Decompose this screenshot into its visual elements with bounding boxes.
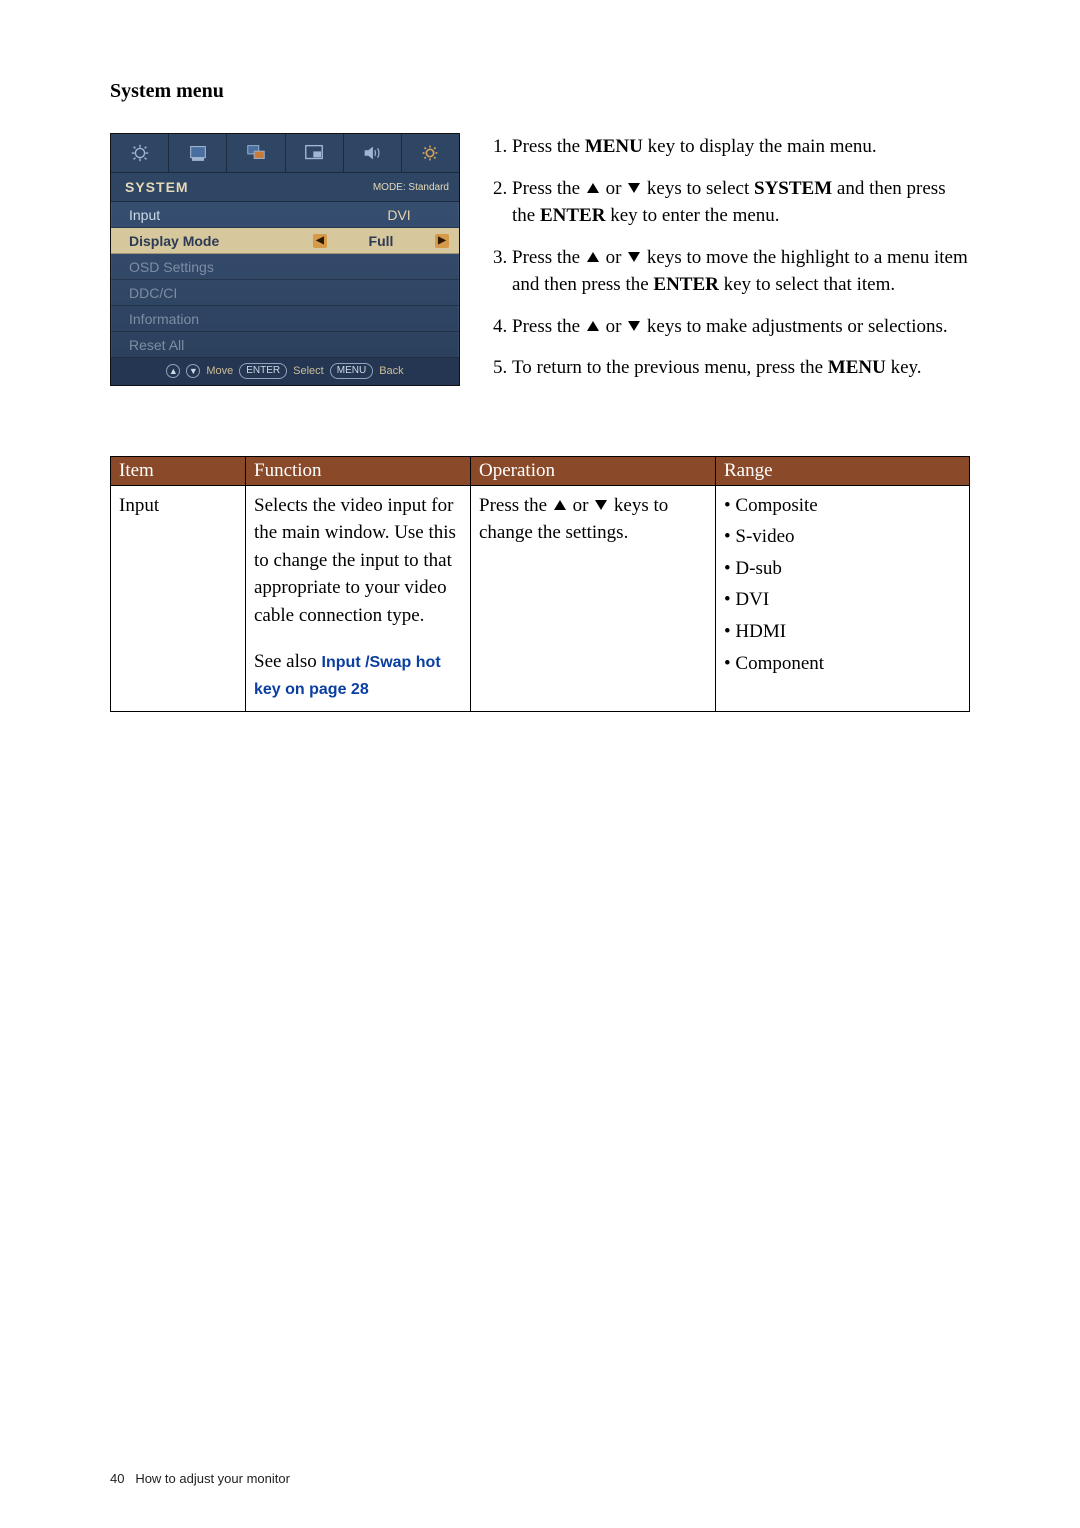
osd-footer-up-icon: ▲ — [166, 364, 180, 378]
step-3: Press the or keys to move the highlight … — [512, 244, 970, 299]
up-triangle-icon — [554, 500, 566, 510]
section-title: System menu — [110, 80, 970, 103]
osd-item-value: DVI — [349, 207, 449, 223]
step-2: Press the or keys to select SYSTEM and t… — [512, 175, 970, 230]
osd-menu-item: InputDVI — [111, 202, 459, 228]
range-item: Composite — [724, 492, 961, 520]
osd-menu-item: Information — [111, 306, 459, 332]
range-item: S-video — [724, 523, 961, 551]
osd-footer-select: Select — [293, 365, 324, 377]
down-triangle-icon — [628, 321, 640, 331]
left-arrow-icon: ◀ — [313, 234, 327, 248]
osd-tab-picture-advanced-icon — [227, 134, 285, 172]
col-operation: Operation — [471, 456, 716, 485]
osd-item-label: Reset All — [129, 337, 349, 353]
osd-item-value: Full — [331, 233, 431, 249]
page-number: 40 — [110, 1471, 124, 1486]
instruction-steps: Press the MENU key to display the main m… — [490, 133, 970, 396]
up-triangle-icon — [587, 183, 599, 193]
up-triangle-icon — [587, 252, 599, 262]
osd-footer-menu: MENU — [330, 363, 373, 379]
col-function: Function — [246, 456, 471, 485]
osd-menu-item: OSD Settings — [111, 254, 459, 280]
col-range: Range — [716, 456, 970, 485]
osd-tab-display-icon — [111, 134, 169, 172]
osd-tab-picture-icon — [169, 134, 227, 172]
osd-menu-item: DDC/CI — [111, 280, 459, 306]
osd-item-label: Input — [129, 207, 349, 223]
step-1: Press the MENU key to display the main m… — [512, 133, 970, 161]
down-triangle-icon — [595, 500, 607, 510]
osd-screenshot: SYSTEM MODE: Standard InputDVIDisplay Mo… — [110, 133, 460, 386]
col-item: Item — [111, 456, 246, 485]
cell-range: Composite S-video D-sub DVI HDMI Component — [716, 485, 970, 711]
range-item: HDMI — [724, 618, 961, 646]
cell-function: Selects the video input for the main win… — [246, 485, 471, 711]
osd-tab-bar — [111, 134, 459, 173]
step-4: Press the or keys to make adjustments or… — [512, 313, 970, 341]
osd-footer-move: Move — [206, 365, 233, 377]
chapter-title: How to adjust your monitor — [135, 1471, 290, 1486]
page-footer: 40 How to adjust your monitor — [110, 1471, 290, 1486]
step-5: To return to the previous menu, press th… — [512, 354, 970, 382]
osd-footer-enter: ENTER — [239, 363, 287, 379]
osd-mode-label: MODE: Standard — [373, 179, 449, 195]
right-arrow-icon: ▶ — [435, 234, 449, 248]
osd-item-label: OSD Settings — [129, 259, 349, 275]
osd-footer: ▲ ▼ Move ENTER Select MENU Back — [111, 358, 459, 385]
osd-footer-back: Back — [379, 365, 403, 377]
osd-item-label: Information — [129, 311, 349, 327]
osd-menu-list: InputDVI Display Mode◀ Full ▶ OSD Settings DD… — [111, 202, 459, 358]
range-item: DVI — [724, 586, 961, 614]
down-triangle-icon — [628, 183, 640, 193]
cell-item: Input — [111, 485, 246, 711]
range-item: D-sub — [724, 555, 961, 583]
reference-table: Item Function Operation Range Input Sele… — [110, 456, 970, 712]
osd-tab-audio-icon — [344, 134, 402, 172]
osd-item-label: Display Mode — [129, 233, 313, 249]
up-triangle-icon — [587, 321, 599, 331]
osd-tab-system-icon — [402, 134, 459, 172]
range-item: Component — [724, 650, 961, 678]
osd-item-label: DDC/CI — [129, 285, 349, 301]
osd-footer-down-icon: ▼ — [186, 364, 200, 378]
osd-title: SYSTEM — [125, 179, 189, 195]
osd-tab-pip-icon — [286, 134, 344, 172]
osd-header: SYSTEM MODE: Standard — [111, 173, 459, 202]
down-triangle-icon — [628, 252, 640, 262]
osd-menu-item: Display Mode◀ Full ▶ — [111, 228, 459, 254]
table-row: Input Selects the video input for the ma… — [111, 485, 970, 711]
osd-menu-item: Reset All — [111, 332, 459, 358]
cell-operation: Press the or keys to change the settings… — [471, 485, 716, 711]
